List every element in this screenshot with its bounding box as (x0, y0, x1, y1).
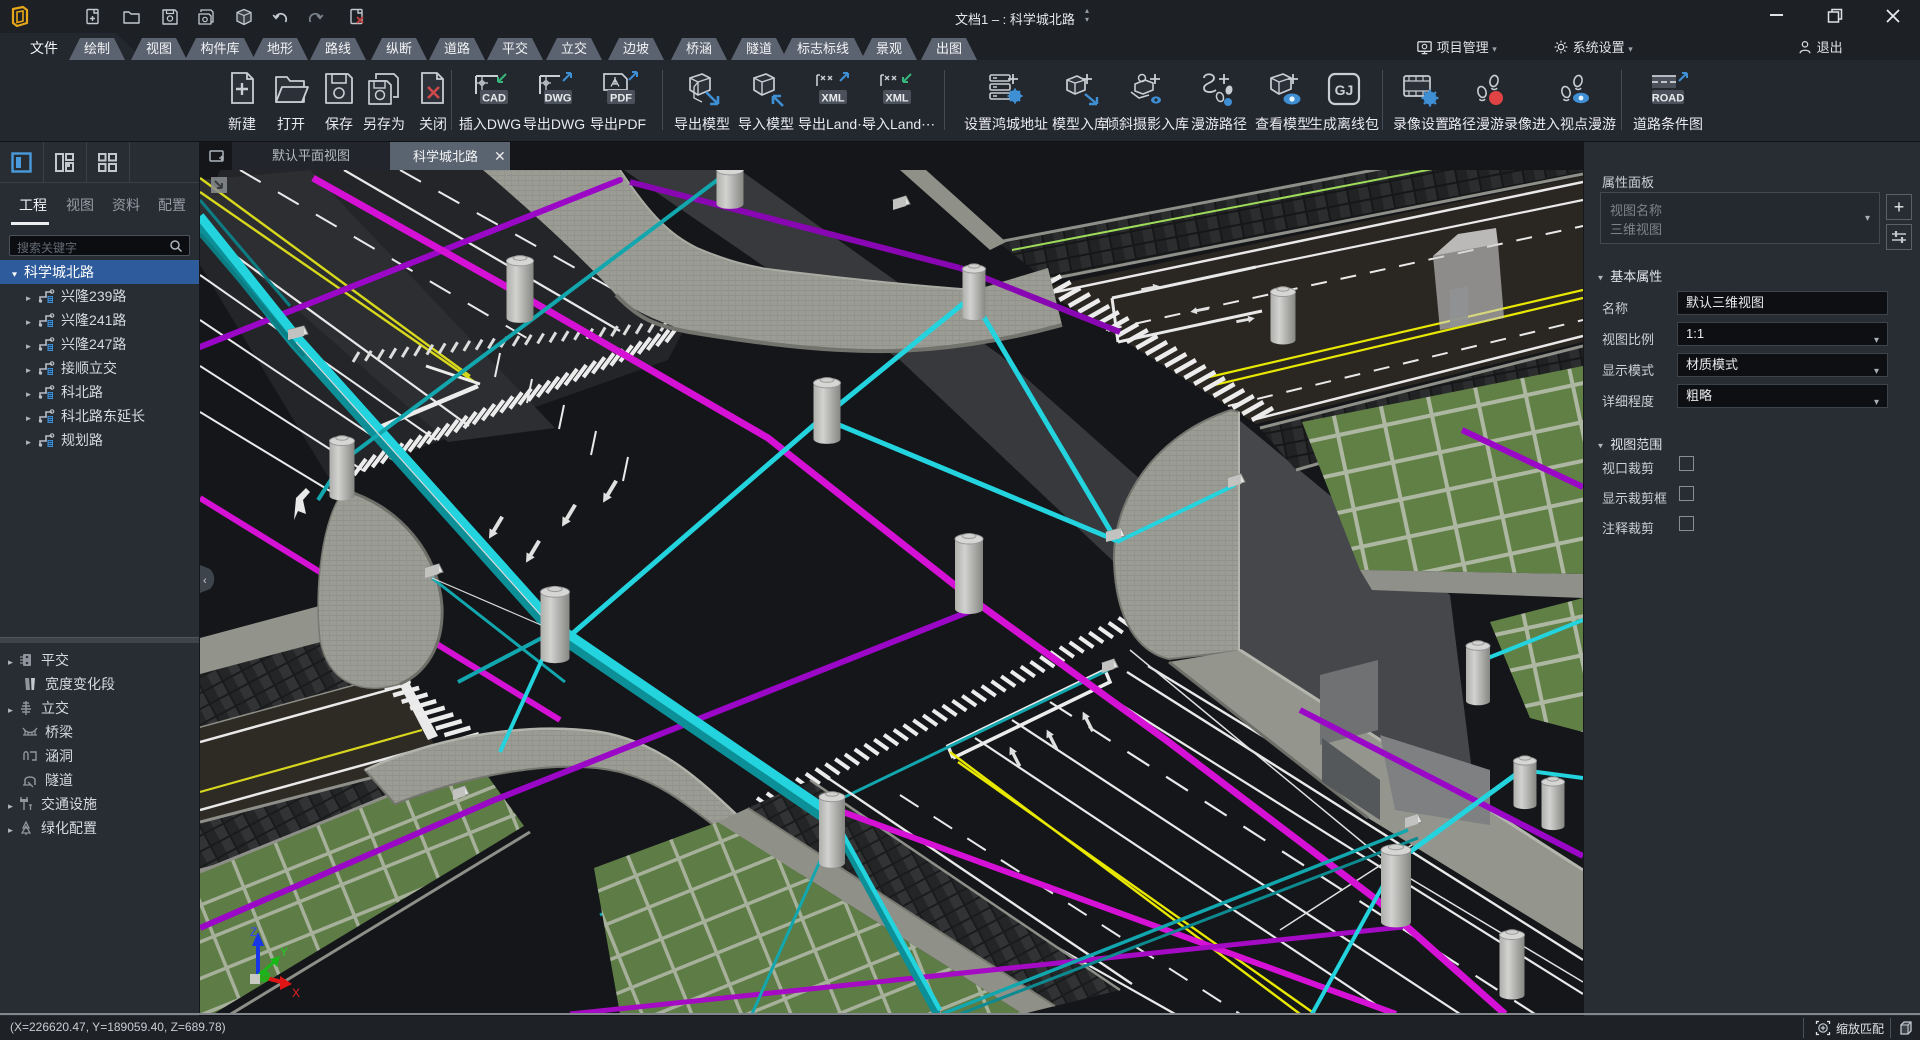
svg-text:PDF: PDF (610, 93, 632, 105)
svg-text:Z: Z (250, 925, 257, 939)
svg-text:CAD: CAD (482, 93, 506, 105)
svg-text:Y: Y (280, 945, 288, 959)
svg-text:XML: XML (885, 93, 909, 105)
svg-text:‹: ‹ (203, 575, 207, 587)
svg-text:GJ: GJ (1335, 82, 1354, 98)
svg-text:X: X (292, 986, 300, 1000)
svg-text:XML: XML (821, 93, 845, 105)
svg-text:ROAD: ROAD (1652, 93, 1684, 105)
svg-text:DWG: DWG (545, 93, 572, 105)
